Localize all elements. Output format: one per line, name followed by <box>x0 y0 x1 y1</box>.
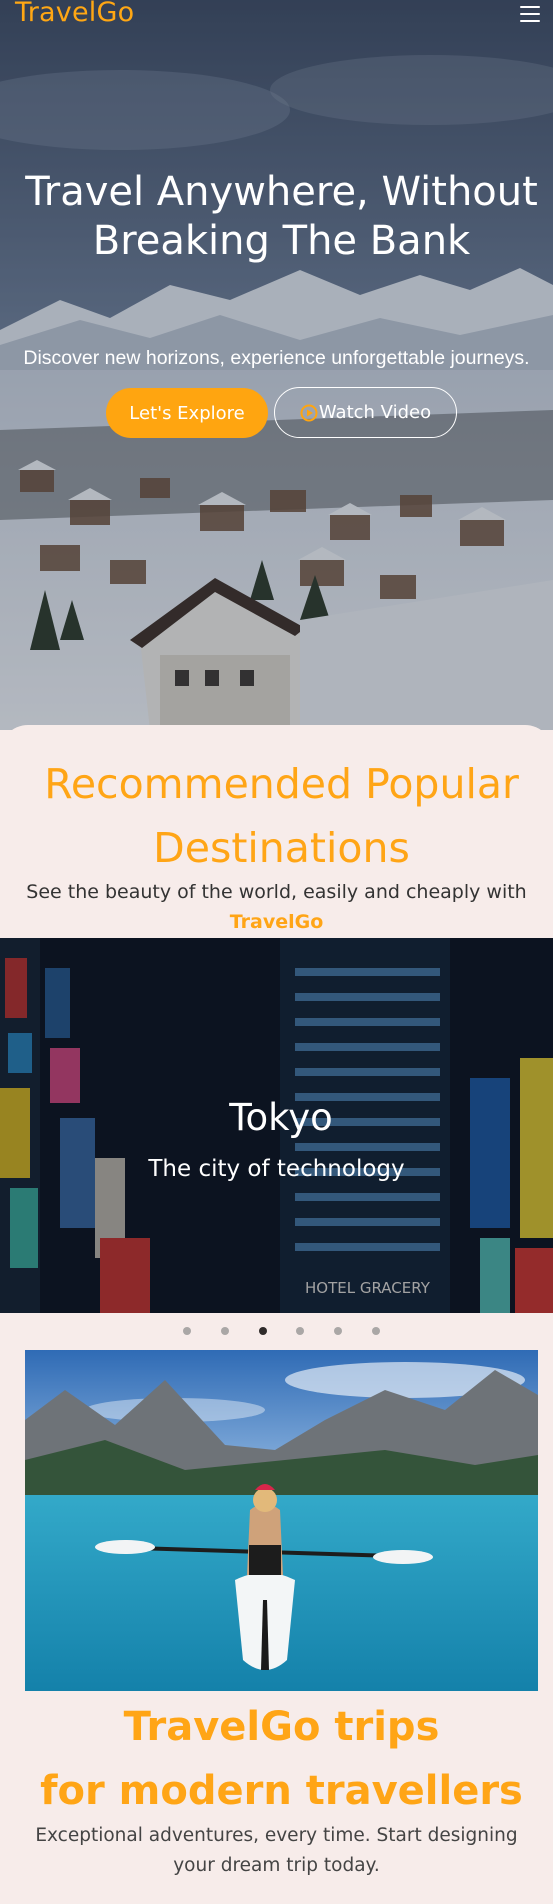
slide-subtitle: The city of technology <box>148 1156 405 1182</box>
slide-title: Tokyo <box>229 1096 333 1139</box>
explore-button[interactable]: Let's Explore <box>106 388 268 438</box>
kayak-lake-image <box>25 1350 538 1691</box>
watch-video-button[interactable]: Watch Video <box>274 387 457 438</box>
hero-title: Travel Anywhere, Without Breaking The Ba… <box>25 169 538 264</box>
hero-subtitle: Discover new horizons, experience unforg… <box>23 347 530 369</box>
trips-title-line2: for modern travellers <box>40 1768 523 1814</box>
carousel-dot[interactable] <box>372 1327 380 1335</box>
watch-video-label: Watch Video <box>318 402 432 423</box>
recommended-brand: TravelGo <box>229 911 324 933</box>
carousel-dot[interactable] <box>221 1327 229 1335</box>
carousel-dot-active[interactable] <box>259 1327 267 1335</box>
hero-section: TravelGo Travel Anywhere, Without Breaki… <box>0 0 553 730</box>
carousel-dot[interactable] <box>334 1327 342 1335</box>
brand-logo[interactable]: TravelGo <box>15 0 134 28</box>
recommended-subtitle: See the beauty of the world, easily and … <box>26 881 527 903</box>
carousel-dot[interactable] <box>296 1327 304 1335</box>
trips-subtitle: Exceptional adventures, every time. Star… <box>35 1825 518 1876</box>
trips-title-line1: TravelGo trips <box>123 1704 440 1750</box>
play-circle-icon <box>300 404 318 421</box>
recommended-title: Recommended Popular Destinations <box>44 760 519 872</box>
carousel-pagination <box>183 1327 383 1335</box>
hamburger-menu-icon[interactable] <box>520 6 540 22</box>
trips-title: TravelGo trips for modern travellers <box>20 1695 543 1823</box>
carousel-dot[interactable] <box>183 1327 191 1335</box>
